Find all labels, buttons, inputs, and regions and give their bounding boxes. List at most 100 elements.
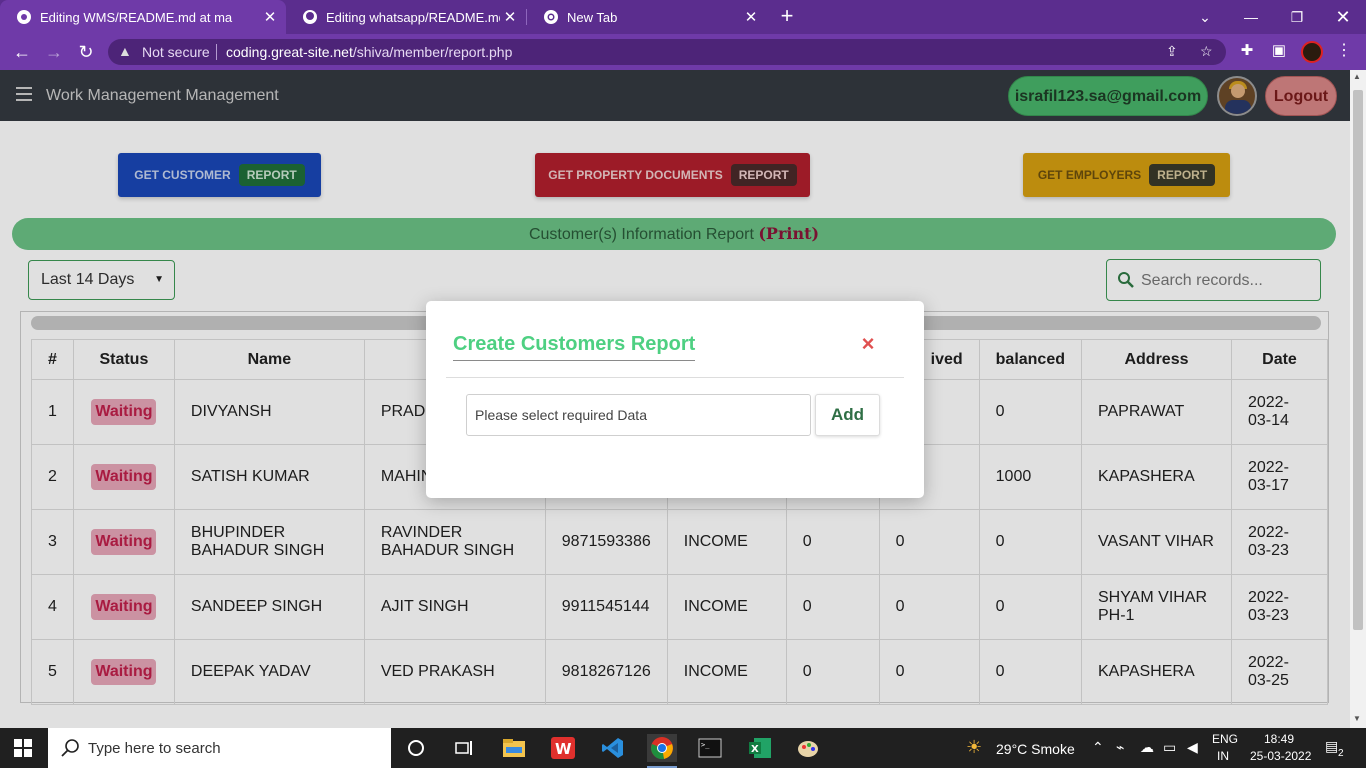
excel-icon[interactable]: X (745, 734, 775, 762)
get-property-documents-report-button[interactable]: GET PROPERTY DOCUMENTS REPORT (535, 153, 810, 197)
col-header[interactable]: Date (1230, 339, 1329, 380)
reload-icon[interactable]: ↻ (74, 40, 98, 64)
cell-date: 2022-03-23 (1230, 574, 1329, 640)
cell-addr: PAPRAWAT (1081, 379, 1232, 445)
network-icon[interactable]: ▭ (1163, 739, 1176, 756)
chevron-down-icon: ▼ (154, 274, 164, 285)
onedrive-icon[interactable]: ☁ (1140, 739, 1154, 756)
cell-type: INCOME (666, 639, 787, 705)
menu-icon[interactable]: ⋮ (1336, 40, 1352, 60)
file-explorer-icon[interactable] (499, 734, 529, 762)
logout-button[interactable]: Logout (1265, 76, 1337, 116)
address-bar[interactable]: ▲ Not secure coding.great-site.net/shiva… (108, 39, 1226, 65)
clock-time[interactable]: 18:49 (1264, 732, 1294, 746)
status-cell: Waiting (72, 509, 175, 575)
col-header[interactable]: Status (72, 339, 175, 380)
paint-icon[interactable] (793, 734, 823, 762)
cell-addr: KAPASHERA (1081, 444, 1232, 510)
report-data-select[interactable]: Please select required Data (466, 394, 811, 436)
user-email-badge[interactable]: israfil123.sa@gmail.com (1008, 76, 1208, 116)
search-placeholder: Search records... (1141, 272, 1263, 289)
github-icon (302, 9, 318, 25)
search-icon (1118, 272, 1134, 288)
windows-start-icon[interactable] (14, 739, 32, 757)
tab-active[interactable]: Editing WMS/README.md at ma ✕ (0, 0, 286, 34)
cell-addr: KAPASHERA (1081, 639, 1232, 705)
col-header[interactable]: balanced (978, 339, 1083, 380)
period-select[interactable]: Last 14 Days ▼ (28, 260, 175, 300)
search-input[interactable]: Search records... (1106, 259, 1321, 301)
share-icon[interactable]: ⇪ (1166, 43, 1178, 60)
weather-icon[interactable]: ☀ (966, 737, 982, 758)
scrollbar-thumb[interactable] (1353, 90, 1363, 630)
taskbar-search-placeholder: Type here to search (88, 740, 221, 757)
avatar[interactable] (1217, 76, 1257, 116)
profile-avatar[interactable] (1301, 41, 1323, 63)
button-label: GET EMPLOYERS (1037, 168, 1142, 182)
side-panel-icon[interactable]: ▣ (1268, 40, 1290, 62)
tab-new-tab[interactable]: New Tab ✕ (527, 0, 767, 34)
language-bottom[interactable]: IN (1217, 749, 1229, 763)
task-view-icon[interactable] (449, 734, 479, 762)
meet-icon[interactable]: ⌁ (1116, 739, 1124, 756)
notification-icon[interactable]: ▤ (1325, 738, 1338, 755)
cortana-icon[interactable] (401, 734, 431, 762)
clock-date[interactable]: 25-03-2022 (1250, 749, 1311, 763)
scroll-down-icon[interactable]: ▼ (1353, 714, 1361, 723)
wps-office-icon[interactable]: W (548, 734, 578, 762)
close-icon[interactable]: ✕ (260, 8, 280, 26)
tab-search-icon[interactable]: ⌄ (1182, 0, 1228, 34)
cell-date: 2022-03-25 (1230, 639, 1329, 705)
print-link[interactable]: (Print) (758, 224, 819, 243)
browser-tabbar: Editing WMS/README.md at ma ✕ Editing wh… (0, 0, 1366, 34)
col-header[interactable]: Name (173, 339, 365, 380)
taskbar-search-input[interactable]: Type here to search (48, 728, 391, 768)
url-text[interactable]: coding.great-site.net/shiva/member/repor… (226, 44, 512, 60)
cell-c2: 0 (878, 639, 980, 705)
cell-addr: SHYAM VIHAR PH-1 (1081, 574, 1232, 640)
period-select-value: Last 14 Days (41, 271, 135, 288)
chevron-up-icon[interactable]: ⌃ (1092, 739, 1104, 756)
report-badge: REPORT (730, 164, 797, 186)
scroll-up-icon[interactable]: ▲ (1353, 72, 1361, 81)
col-header[interactable]: # (31, 339, 74, 380)
minimize-icon[interactable]: — (1228, 0, 1274, 34)
status-badge: Waiting (91, 529, 157, 555)
status-cell: Waiting (72, 574, 175, 640)
chrome-taskbar-icon[interactable] (647, 734, 677, 768)
app-title[interactable]: Work Management Management (46, 87, 279, 105)
get-customer-report-button[interactable]: GET CUSTOMER REPORT (118, 153, 321, 197)
status-badge: Waiting (91, 464, 157, 490)
weather-text[interactable]: 29°C Smoke (996, 741, 1075, 757)
close-icon[interactable]: ✕ (741, 8, 761, 26)
close-icon[interactable]: ✕ (500, 8, 520, 26)
bookmark-star-icon[interactable]: ☆ (1200, 43, 1213, 60)
extensions-icon[interactable]: ✚ (1236, 40, 1258, 62)
col-header[interactable]: Address (1081, 339, 1232, 380)
tab-whatsapp-readme[interactable]: Editing whatsapp/README.md a ✕ (286, 0, 526, 34)
terminal-icon[interactable]: >_ (695, 734, 725, 762)
cell-name: DEEPAK YADAV (173, 639, 365, 705)
table-row[interactable]: 4 Waiting SANDEEP SINGH AJIT SINGH 991154514… (31, 574, 1329, 640)
add-button[interactable]: Add (815, 394, 880, 436)
table-row[interactable]: 5 Waiting DEEPAK YADAV VED PRAKASH 981826712… (31, 639, 1329, 705)
new-tab-button[interactable]: + (776, 4, 798, 30)
cell-c2: 0 (878, 574, 980, 640)
close-icon[interactable]: × (858, 333, 878, 355)
status-cell: Waiting (72, 639, 175, 705)
window-close-icon[interactable]: ✕ (1320, 0, 1366, 34)
forward-icon[interactable]: → (42, 40, 66, 64)
windows-taskbar: Type here to search W >_ X ☀ 29°C Smoke … (0, 728, 1366, 768)
warning-icon[interactable]: ▲ (118, 43, 136, 61)
hamburger-icon[interactable] (16, 87, 32, 101)
volume-muted-icon[interactable]: ◀ (1187, 739, 1198, 756)
vscode-icon[interactable] (598, 734, 628, 762)
restore-icon[interactable]: ❐ (1274, 0, 1320, 34)
language-top[interactable]: ENG (1212, 732, 1238, 746)
back-icon[interactable]: ← (10, 40, 34, 64)
get-employers-report-button[interactable]: GET EMPLOYERS REPORT (1023, 153, 1230, 197)
info-bar-text: Customer(s) Information Report (528, 226, 759, 243)
not-secure-label[interactable]: Not secure (142, 44, 210, 60)
button-label: GET CUSTOMER (134, 168, 231, 182)
table-row[interactable]: 3 Waiting BHUPINDER BAHADUR SINGH RAVINDER … (31, 509, 1329, 575)
